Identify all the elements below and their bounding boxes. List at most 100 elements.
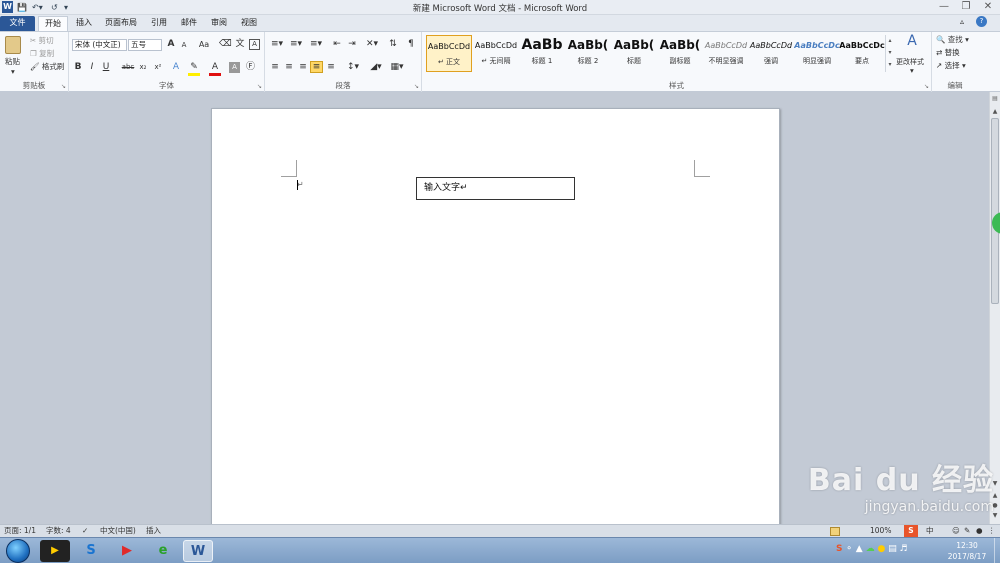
ime-tray-icon[interactable]: ⚬ (845, 544, 853, 554)
style-emphasis[interactable]: AaBbCcDd 强调 (748, 35, 794, 72)
align-left-icon[interactable]: ≡ (269, 62, 281, 73)
scrollbar-thumb[interactable] (991, 118, 999, 304)
character-border-icon[interactable]: A (249, 39, 260, 50)
bold-icon[interactable]: B (73, 62, 83, 73)
tab-page-layout[interactable]: 页面布局 (102, 16, 140, 31)
select-button[interactable]: ↗ 选择 ▾ (936, 61, 966, 71)
smiley-icon[interactable]: ☺ (952, 525, 960, 537)
word-count[interactable]: 字数: 4 (46, 525, 71, 537)
page-count[interactable]: 页面: 1/1 (4, 525, 36, 537)
change-styles-dropdown-icon[interactable]: ▾ (910, 66, 914, 76)
sogou-s-icon[interactable]: S (904, 525, 918, 537)
style-subtitle[interactable]: AaBb(副标题 (657, 35, 703, 72)
tab-file[interactable]: 文件 (0, 16, 35, 31)
format-painter-button[interactable]: 🖌 格式刷 (30, 62, 64, 72)
cut-button[interactable]: ✂ 剪切 (30, 36, 54, 46)
strikethrough-icon[interactable]: abc (121, 62, 135, 73)
align-center-icon[interactable]: ≡ (283, 62, 295, 73)
decrease-indent-icon[interactable]: ⇤ (331, 39, 343, 50)
font-name-combo[interactable]: 宋体 (中文正) (72, 39, 127, 51)
tab-references[interactable]: 引用 (146, 16, 172, 31)
print-layout-icon[interactable] (830, 527, 840, 536)
clock[interactable]: 12:30 2017/8/17 (944, 540, 990, 562)
paste-button[interactable]: 粘贴 (5, 57, 20, 67)
text-box-content[interactable]: 输入文字↵ (424, 183, 468, 193)
style-subtle-emphasis[interactable]: AaBbCcDd 不明显强调 (703, 35, 749, 72)
clear-format-icon[interactable]: ⌫ (219, 39, 232, 50)
chinese-layout-icon[interactable]: ✕▾ (364, 39, 380, 50)
dialog-launcher-icon[interactable]: ↘ (61, 83, 66, 90)
style-no-spacing[interactable]: AaBbCcDd ↵ 无间隔 (473, 35, 519, 72)
word-taskbar-icon[interactable]: W (183, 540, 213, 562)
phonetic-guide-icon[interactable]: 文 (234, 39, 246, 50)
help-icon[interactable]: ? (976, 16, 987, 27)
align-right-icon[interactable]: ≡ (297, 62, 309, 73)
find-button[interactable]: 🔍 查找 ▾ (936, 35, 969, 45)
replace-button[interactable]: ⇄ 替换 (936, 48, 960, 58)
line-spacing-icon[interactable]: ↕▾ (345, 62, 361, 73)
multilevel-list-icon[interactable]: ≡▾ (308, 39, 324, 50)
text-box[interactable]: 输入文字↵ (416, 177, 575, 200)
justify-icon[interactable]: ≡ (310, 61, 323, 73)
increase-indent-icon[interactable]: ⇥ (346, 39, 358, 50)
ie-browser-icon[interactable]: e (148, 540, 178, 562)
video-app-icon[interactable]: ▶ (112, 540, 142, 562)
superscript-icon[interactable]: x² (152, 62, 164, 73)
guard-tray-icon[interactable]: ● (877, 544, 885, 554)
shading-icon[interactable]: ◢▾ (368, 62, 384, 73)
paste-icon[interactable] (5, 36, 21, 54)
media-player-icon[interactable]: ▶ (40, 540, 70, 562)
insert-mode[interactable]: 插入 (146, 525, 161, 537)
copy-button[interactable]: ❐ 复制 (30, 49, 54, 59)
show-marks-icon[interactable]: ¶ (406, 39, 416, 50)
tab-insert[interactable]: 插入 (70, 16, 98, 31)
tab-home[interactable]: 开始 (38, 16, 68, 31)
dialog-launcher-icon[interactable]: ↘ (924, 83, 929, 90)
ruler-toggle-icon[interactable]: ▤ (991, 95, 999, 104)
ime-settings-icon[interactable]: ⋮ (988, 525, 996, 537)
text-effects-icon[interactable]: A (170, 62, 182, 73)
show-desktop-button[interactable] (994, 538, 1000, 563)
dialog-launcher-icon[interactable]: ↘ (257, 83, 262, 90)
network-icon[interactable]: ▤ (888, 544, 897, 554)
italic-icon[interactable]: I (87, 62, 97, 73)
scroll-up-icon[interactable]: ▲ (991, 108, 999, 115)
style-title[interactable]: AaBb(标题 (611, 35, 657, 72)
style-normal[interactable]: AaBbCcDd ↵ 正文 (426, 35, 472, 72)
volume-icon[interactable]: ♬ (900, 544, 908, 554)
style-heading-1[interactable]: AaBb 标题 1 (519, 35, 565, 72)
bullets-icon[interactable]: ≡▾ (269, 39, 285, 50)
font-color-icon[interactable]: A (209, 62, 221, 76)
microphone-icon[interactable]: ● (976, 525, 983, 537)
start-button[interactable] (6, 539, 30, 563)
restore-icon[interactable]: ❐ (958, 1, 974, 13)
dialog-launcher-icon[interactable]: ↘ (414, 83, 419, 90)
shrink-font-icon[interactable]: A (179, 40, 189, 51)
ime-chinese-icon[interactable]: 中 (926, 525, 934, 537)
proofing-icon[interactable]: ✓ (82, 525, 88, 537)
minimize-icon[interactable]: — (936, 1, 952, 13)
highlight-icon[interactable]: ✎ (188, 62, 200, 76)
style-heading-2[interactable]: AaBb(标题 2 (565, 35, 611, 72)
security-tray-icon[interactable]: ☁ (866, 544, 875, 554)
zoom-level[interactable]: 100% (870, 525, 891, 537)
borders-icon[interactable]: ▦▾ (389, 62, 405, 73)
minimize-ribbon-icon[interactable]: ▵ (960, 17, 964, 26)
enclose-characters-icon[interactable]: Ⓕ (245, 62, 256, 73)
change-case-icon[interactable]: Aa (196, 39, 212, 50)
tab-mailings[interactable]: 邮件 (176, 16, 202, 31)
close-icon[interactable]: ✕ (980, 1, 996, 13)
pen-icon[interactable]: ✎ (964, 525, 970, 537)
sort-icon[interactable]: ⇅ (387, 39, 399, 50)
subscript-icon[interactable]: x₂ (137, 62, 149, 73)
styles-scroll-icon[interactable]: ▴ ▾ ▾ (885, 35, 894, 72)
sogou-tray-icon[interactable]: S (836, 544, 842, 554)
sogou-browser-icon[interactable]: S (76, 540, 106, 562)
grow-font-icon[interactable]: A (166, 39, 176, 50)
tab-review[interactable]: 审阅 (206, 16, 232, 31)
style-strong[interactable]: AaBbCcDc 要点 (839, 35, 885, 72)
style-intense-emphasis[interactable]: AaBbCcDc 明显强调 (794, 35, 840, 72)
tab-view[interactable]: 视图 (236, 16, 262, 31)
paste-dropdown-icon[interactable]: ▾ (11, 67, 15, 77)
language-indicator[interactable]: 中文(中国) (100, 525, 136, 537)
